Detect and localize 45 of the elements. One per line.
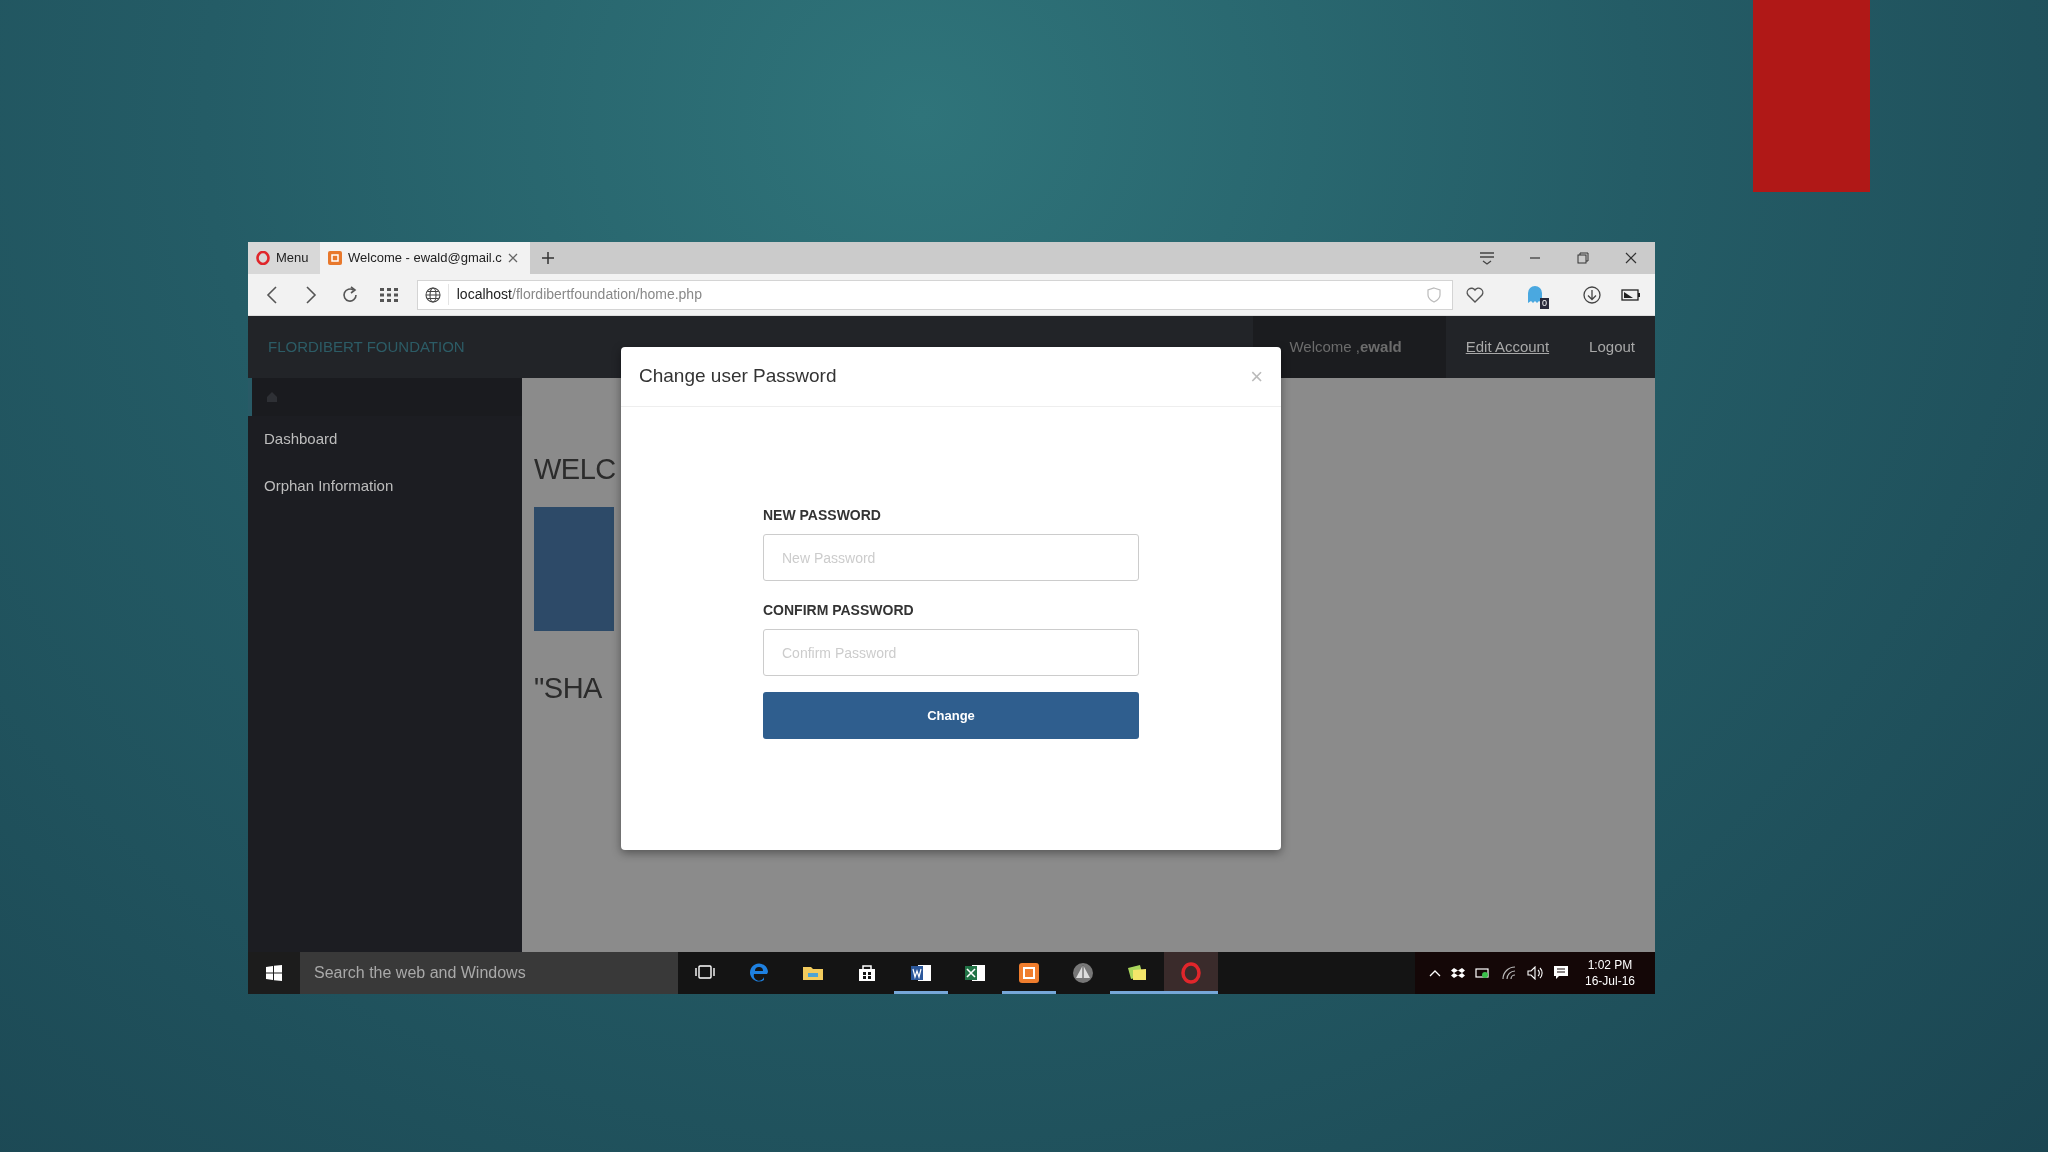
dropbox-icon[interactable] [1450,967,1465,979]
quote-text: "SHA [534,671,602,704]
globe-icon [424,286,441,303]
speed-dial-icon[interactable] [380,287,399,302]
store-icon[interactable] [856,962,878,984]
browser-icon[interactable] [748,962,770,984]
notifications-icon[interactable] [1552,965,1569,981]
change-button[interactable]: Change [763,692,1139,739]
sidebar-item[interactable]: Dashboard [264,430,338,447]
forward-icon[interactable] [304,285,317,304]
search-field[interactable]: Search the web and Windows [300,952,678,994]
extension-badge: 0 [1539,297,1549,309]
close-icon[interactable] [507,253,518,263]
reload-icon[interactable] [340,285,359,304]
ghost-icon[interactable] [1527,285,1544,304]
battery-icon[interactable] [1621,288,1642,301]
tab-favicon-icon [328,251,342,265]
nav-link[interactable]: Logout [1589,335,1635,359]
url-text: localhost/flordibertfoundation/home.php [456,286,702,302]
restore-icon[interactable] [1577,252,1589,264]
document-icon[interactable] [910,962,932,984]
close-icon[interactable] [1625,252,1637,264]
browser-tab[interactable]: Welcome - ewald@gmail.c [320,242,530,274]
download-icon[interactable] [1583,285,1602,304]
welcome-text: Welcome ,ewald [1289,336,1402,357]
opera-logo-icon[interactable] [1180,962,1202,984]
tab-menu-icon[interactable] [1479,251,1495,265]
welcome-heading: WELC [534,453,616,485]
field-label: NEW PASSWORD [763,506,882,525]
nav-link[interactable]: Edit Account [1465,335,1550,359]
chevron-up-icon[interactable] [1428,969,1441,977]
pyramid-icon[interactable] [1072,962,1094,984]
back-icon[interactable] [265,285,278,304]
menu-button[interactable]: Menu [248,242,320,274]
spreadsheet-icon[interactable] [964,962,986,984]
speaker-icon[interactable] [1526,966,1543,980]
wifi-icon[interactable] [1500,966,1517,980]
opera-logo-icon [256,251,270,265]
windows-logo-icon[interactable] [266,965,282,981]
new-tab-icon[interactable] [541,251,555,265]
sidebar-item[interactable]: Orphan Information [264,476,394,494]
heart-icon[interactable] [1465,286,1484,303]
field-label: CONFIRM PASSWORD [763,601,915,620]
modal-title: Change user Password [639,364,837,389]
address-bar[interactable]: localhost/flordibertfoundation/home.php [416,279,1453,310]
